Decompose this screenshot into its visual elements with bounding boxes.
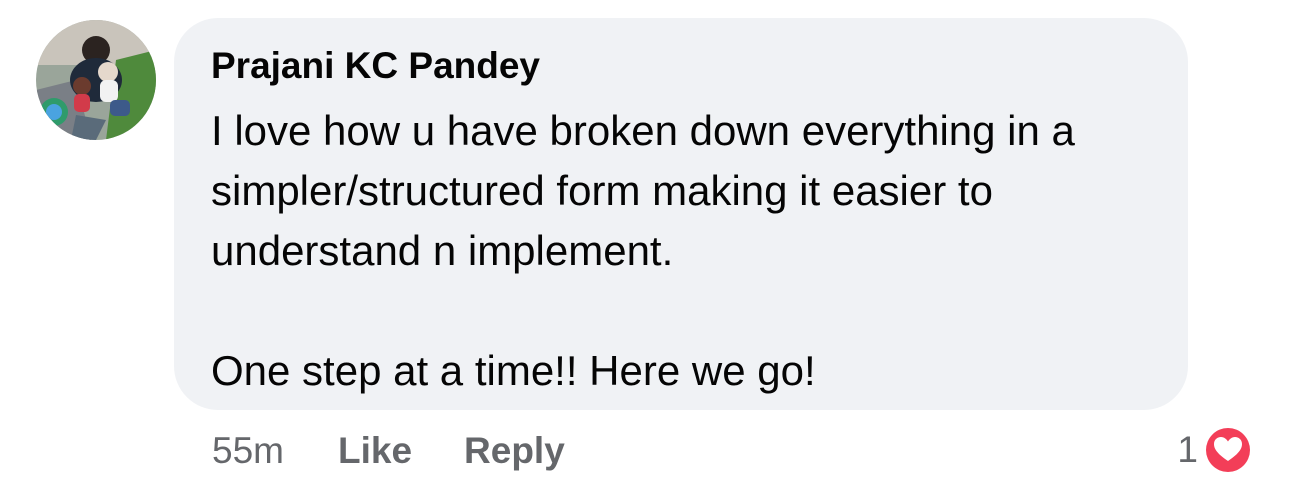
comment-paragraph: I love how u have broken down everything… bbox=[211, 107, 1075, 274]
comment-paragraph: One step at a time!! Here we go! bbox=[211, 347, 816, 394]
reaction-summary[interactable]: 1 bbox=[1177, 424, 1254, 476]
avatar[interactable] bbox=[36, 20, 156, 140]
comment-timestamp[interactable]: 55m bbox=[212, 430, 284, 472]
comment-author[interactable]: Prajani KC Pandey bbox=[211, 44, 1152, 88]
comment-text: I love how u have broken down everything… bbox=[211, 101, 1152, 401]
like-button[interactable]: Like bbox=[338, 430, 412, 472]
avatar-photo bbox=[36, 20, 156, 140]
love-reaction-icon bbox=[1203, 425, 1253, 475]
comment-actions: 55m Like Reply bbox=[212, 428, 617, 474]
reply-button[interactable]: Reply bbox=[464, 430, 565, 472]
comment-bubble: Prajani KC Pandey I love how u have brok… bbox=[174, 18, 1188, 410]
reaction-count: 1 bbox=[1177, 429, 1198, 470]
